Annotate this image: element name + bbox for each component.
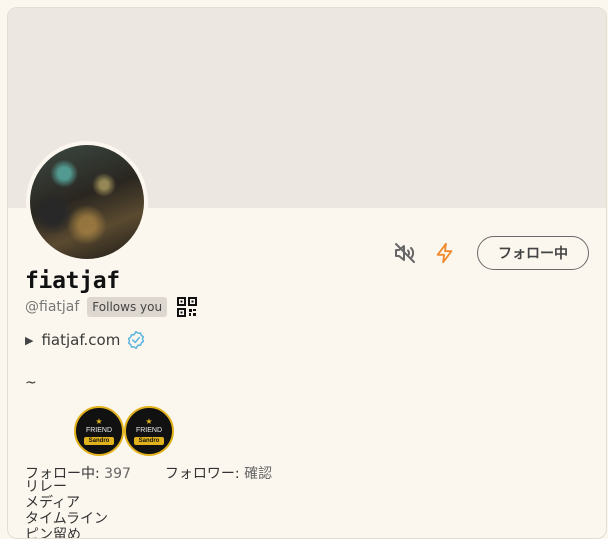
profile-actions: フォロー中 [391,236,589,270]
mute-button[interactable] [391,239,419,267]
following-count: 397 [104,466,131,482]
display-name: fiatjaf [25,268,120,294]
profile-card: フォロー中 fiatjaf @fiatjaf Follows you ▶ fia… [7,7,607,539]
followers-value: 確認 [244,466,273,482]
badge-ribbon: Sandro [83,436,115,445]
badge-list: ★ FRIEND Sandro ★ FRIEND Sandro [74,406,174,456]
star-icon: ★ [95,416,103,426]
tab-timeline[interactable]: タイムライン [25,511,108,527]
tab-media[interactable]: メディア [25,495,108,511]
qr-code-icon[interactable] [177,297,198,317]
profile-tabs: リレー メディア タイムライン ピン留め [25,479,108,538]
speaker-muted-icon [395,243,415,263]
badge-title: FRIEND [85,426,113,434]
badge-ribbon: Sandro [133,436,165,445]
verified-icon [128,330,145,350]
badge-title: FRIEND [135,426,163,434]
avatar[interactable] [26,141,148,263]
following-button[interactable]: フォロー中 [477,236,589,270]
lightning-icon [436,242,453,264]
star-icon: ★ [145,416,153,426]
zap-button[interactable] [431,239,459,267]
expand-caret-icon[interactable]: ▶ [25,334,33,347]
friend-badge[interactable]: ★ FRIEND Sandro [74,406,124,456]
handle: @fiatjaf [25,299,80,315]
website-link[interactable]: fiatjaf.com [41,331,120,349]
followers-label: フォロワー: [164,466,240,482]
friend-badge[interactable]: ★ FRIEND Sandro [124,406,174,456]
tab-relays[interactable]: リレー [25,479,108,495]
website-row: ▶ fiatjaf.com [25,330,146,350]
bio: ~ [25,375,37,391]
followers-stat[interactable]: フォロワー: 確認 [165,463,272,483]
avatar-image [30,145,144,259]
handle-row: @fiatjaf Follows you [25,297,198,317]
follows-you-badge: Follows you [87,297,168,317]
